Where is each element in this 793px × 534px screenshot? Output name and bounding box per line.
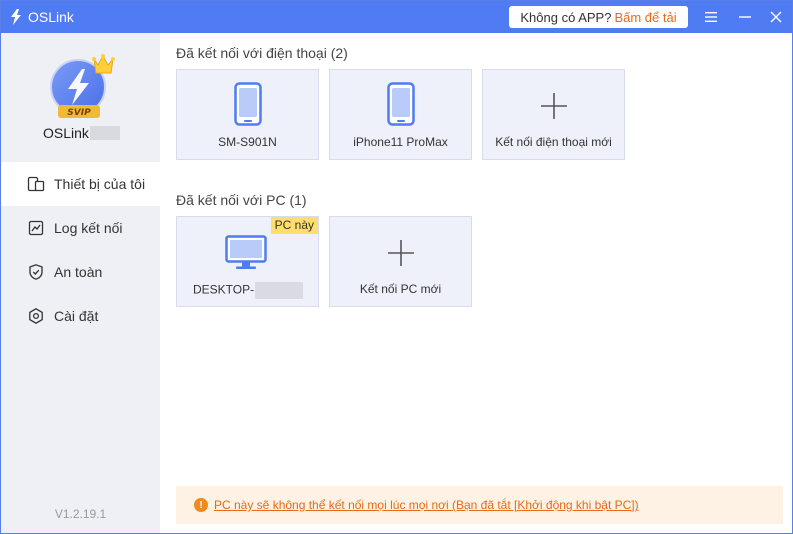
username: OSLink [43,125,120,141]
sidebar-item-label: Thiết bị của tôi [54,176,146,192]
sidebar-item-label: Log kết nối [54,220,123,236]
minimize-icon[interactable] [735,7,755,27]
plus-icon [387,240,414,266]
close-icon[interactable] [766,7,786,27]
phone-icon [233,82,262,126]
log-icon [27,219,45,237]
sidebar-item-my-devices[interactable]: Thiết bị của tôi [1,162,160,206]
sidebar-item-connection-log[interactable]: Log kết nối [1,206,160,250]
device-name: SM-S901N [218,135,277,149]
sidebar-item-settings[interactable]: Cài đặt [1,294,160,338]
sidebar: SVIP OSLink Thiết bị của tôi Log kết nối [1,33,160,533]
add-phone-label: Kết nối điện thoại mới [495,135,612,149]
devices-icon [27,175,45,193]
add-pc-label: Kết nối PC mới [359,282,442,296]
sidebar-nav: Thiết bị của tôi Log kết nối An toàn Cài… [1,162,160,338]
add-pc-button[interactable]: Kết nối PC mới [329,216,472,307]
plus-icon [540,93,567,119]
title-bar[interactable]: OSLink Không có APP? Bấm để tải [1,1,792,33]
device-name: DESKTOP- [193,282,255,297]
monitor-icon [224,235,267,269]
username-text: OSLink [43,125,89,141]
oslink-logo-icon [11,9,21,25]
pcs-section-title: Đã kết nối với PC (1) [176,192,307,208]
sidebar-item-label: An toàn [54,264,103,280]
sidebar-item-security[interactable]: An toàn [1,250,160,294]
add-phone-button[interactable]: Kết nối điện thoại mới [482,69,625,160]
device-name-redaction [255,282,304,299]
warning-banner: ! PC này sẽ không thể kết nối mọi lúc mọ… [176,486,783,524]
device-card-pc-1[interactable]: PC này DESKTOP- [176,216,319,307]
phones-section-title: Đã kết nối với điện thoại (2) [176,45,348,61]
device-name: iPhone11 ProMax [353,135,448,149]
main-content: Đã kết nối với điện thoại (2) SM-S901N i… [160,33,792,533]
app-version: V1.2.19.1 [54,507,107,521]
device-card-phone-1[interactable]: SM-S901N [176,69,319,160]
menu-icon[interactable] [701,7,721,27]
this-pc-badge: PC này [270,217,318,234]
warning-link[interactable]: PC này sẽ không thể kết nối mọi lúc mọi … [214,498,639,512]
warning-icon: ! [194,498,208,512]
username-redaction [89,126,120,140]
download-question: Không có APP? [520,9,612,25]
phone-icon [386,82,415,126]
settings-icon [27,307,45,325]
shield-icon [27,263,45,281]
sidebar-item-label: Cài đặt [54,308,99,324]
device-name-row: DESKTOP- [177,282,318,299]
vip-badge: SVIP [67,108,91,118]
avatar[interactable]: SVIP [48,53,122,123]
device-card-phone-2[interactable]: iPhone11 ProMax [329,69,472,160]
app-title: OSLink [28,9,74,25]
download-app-button[interactable]: Không có APP? Bấm để tải [509,6,688,28]
app-window: OSLink Không có APP? Bấm để tải SVIP OSL… [0,0,793,534]
download-action[interactable]: Bấm để tải [614,10,676,25]
